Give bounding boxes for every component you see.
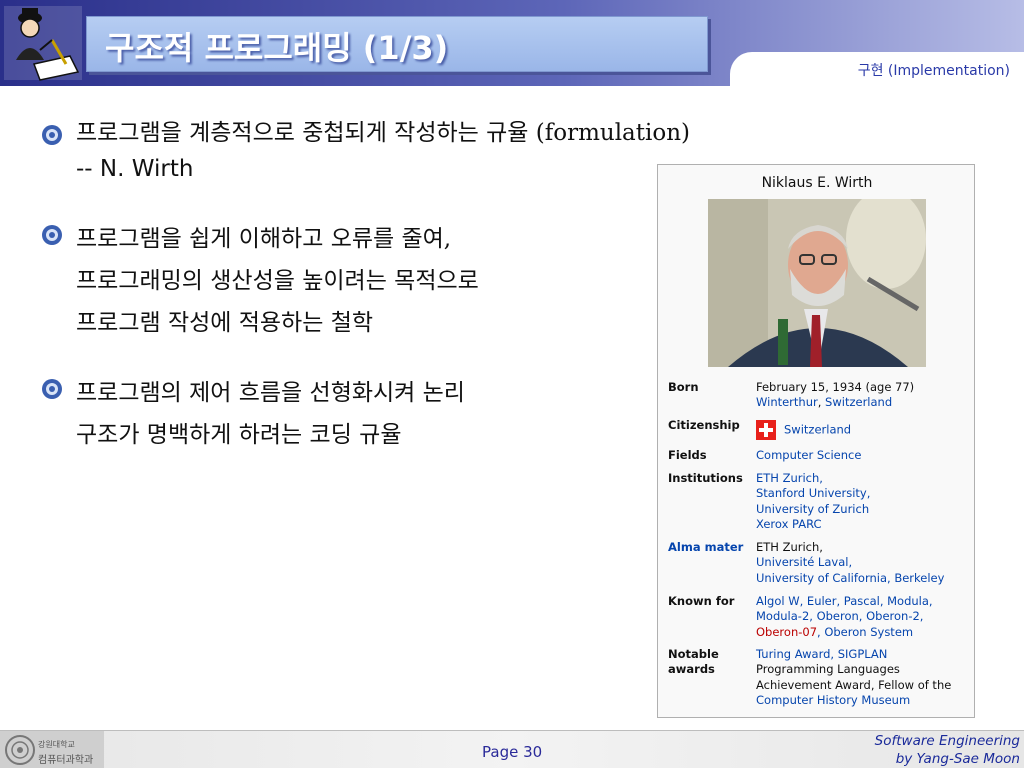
born-date: February 15, 1934 (age 77) bbox=[756, 380, 915, 394]
slide-title: 구조적 프로그래밍 (1/3) bbox=[105, 29, 449, 67]
award-text: Programming Languages bbox=[756, 662, 900, 677]
link-institution[interactable]: University of Zurich bbox=[756, 502, 970, 517]
link-institution[interactable]: Stanford University, bbox=[756, 486, 970, 501]
link-institution[interactable]: ETH Zurich, bbox=[756, 471, 970, 486]
infobox-value: ETH Zurich, Université Laval, University… bbox=[756, 540, 970, 586]
infobox-label: Born bbox=[668, 380, 699, 394]
link-institution[interactable]: Xerox PARC bbox=[756, 517, 970, 532]
slide-header: 구조적 프로그래밍 (1/3) 구현 (Implementation) bbox=[0, 0, 1024, 86]
link-switzerland[interactable]: Switzerland bbox=[825, 395, 892, 409]
title-banner: 구조적 프로그래밍 (1/3) bbox=[86, 16, 708, 72]
link-alma-mater[interactable]: Université Laval, bbox=[756, 555, 970, 570]
logo-text: 컴퓨터과학과 bbox=[38, 755, 94, 766]
alma-mater-item: ETH Zurich, bbox=[756, 540, 823, 554]
link-citizenship[interactable]: Switzerland bbox=[784, 423, 851, 437]
award-text: Achievement Award, Fellow of the bbox=[756, 677, 952, 692]
link-oberon-07[interactable]: Oberon-07 bbox=[756, 625, 817, 639]
awards-label-line: awards bbox=[668, 662, 715, 677]
link-winterthur[interactable]: Winterthur bbox=[756, 395, 818, 409]
emblem-bullet-icon bbox=[40, 223, 64, 247]
infobox-value: Turing Award, SIGPLAN Programming Langua… bbox=[756, 647, 970, 709]
infobox-name: Niklaus E. Wirth bbox=[761, 175, 873, 191]
infobox-label: Notable awards bbox=[668, 647, 754, 678]
infobox-label-link[interactable]: Alma mater bbox=[668, 540, 754, 555]
credit-author: by Yang-Sae Moon bbox=[895, 751, 1020, 767]
credit: Software Engineering by Yang-Sae Moon bbox=[875, 732, 1020, 768]
link-award[interactable]: Computer History Museum bbox=[756, 693, 970, 708]
infobox-label: Citizenship bbox=[668, 418, 740, 432]
link-oberon-system[interactable]: , Oberon System bbox=[817, 625, 913, 639]
infobox-label: Known for bbox=[668, 594, 735, 608]
university-seal-icon bbox=[5, 735, 35, 765]
wikipedia-infobox: Niklaus E. Wirth Born February 15, 1934 … bbox=[657, 164, 975, 718]
credit-course: Software Engineering bbox=[874, 733, 1020, 749]
slide-footer: 강원대학교 컴퓨터과학과 Page 30 Software Engineerin… bbox=[0, 730, 1024, 768]
swiss-flag-icon bbox=[756, 420, 776, 440]
infobox-value: Computer Science bbox=[756, 448, 970, 463]
bullet-text: 프로그램을 계층적으로 중첩되게 작성하는 규율 (formulation) bbox=[76, 120, 691, 146]
section-label: 구현 (Implementation) bbox=[857, 63, 1010, 79]
infobox-value: February 15, 1934 (age 77) Winterthur, S… bbox=[756, 380, 970, 411]
link-award[interactable]: Turing Award, SIGPLAN bbox=[756, 647, 970, 662]
link-computer-science[interactable]: Computer Science bbox=[756, 448, 861, 462]
logo-text: 강원대학교 bbox=[38, 740, 75, 749]
infobox-label: Fields bbox=[668, 448, 707, 462]
infobox-value: ETH Zurich, Stanford University, Univers… bbox=[756, 471, 970, 533]
separator: , bbox=[817, 395, 826, 410]
infobox-label: Institutions bbox=[668, 471, 743, 485]
page-number: Page 30 bbox=[482, 743, 543, 761]
emblem-bullet-icon bbox=[40, 377, 64, 401]
infobox-value: Algol W, Euler, Pascal, Modula, Modula-2… bbox=[756, 594, 970, 640]
link-languages[interactable]: Algol W, Euler, Pascal, Modula, bbox=[756, 594, 970, 609]
portrait-photo bbox=[708, 189, 926, 367]
emblem-bullet-icon bbox=[40, 123, 64, 147]
university-logo: 강원대학교 컴퓨터과학과 bbox=[0, 731, 104, 768]
infobox-value: Switzerland bbox=[756, 420, 970, 440]
section-tab: 구현 (Implementation) bbox=[730, 52, 1024, 86]
awards-label-line: Notable bbox=[668, 647, 719, 661]
link-languages[interactable]: Modula-2, Oberon, Oberon-2, bbox=[756, 609, 970, 624]
link-alma-mater[interactable]: University of California, Berkeley bbox=[756, 571, 970, 586]
writer-clipart-icon bbox=[0, 0, 90, 86]
